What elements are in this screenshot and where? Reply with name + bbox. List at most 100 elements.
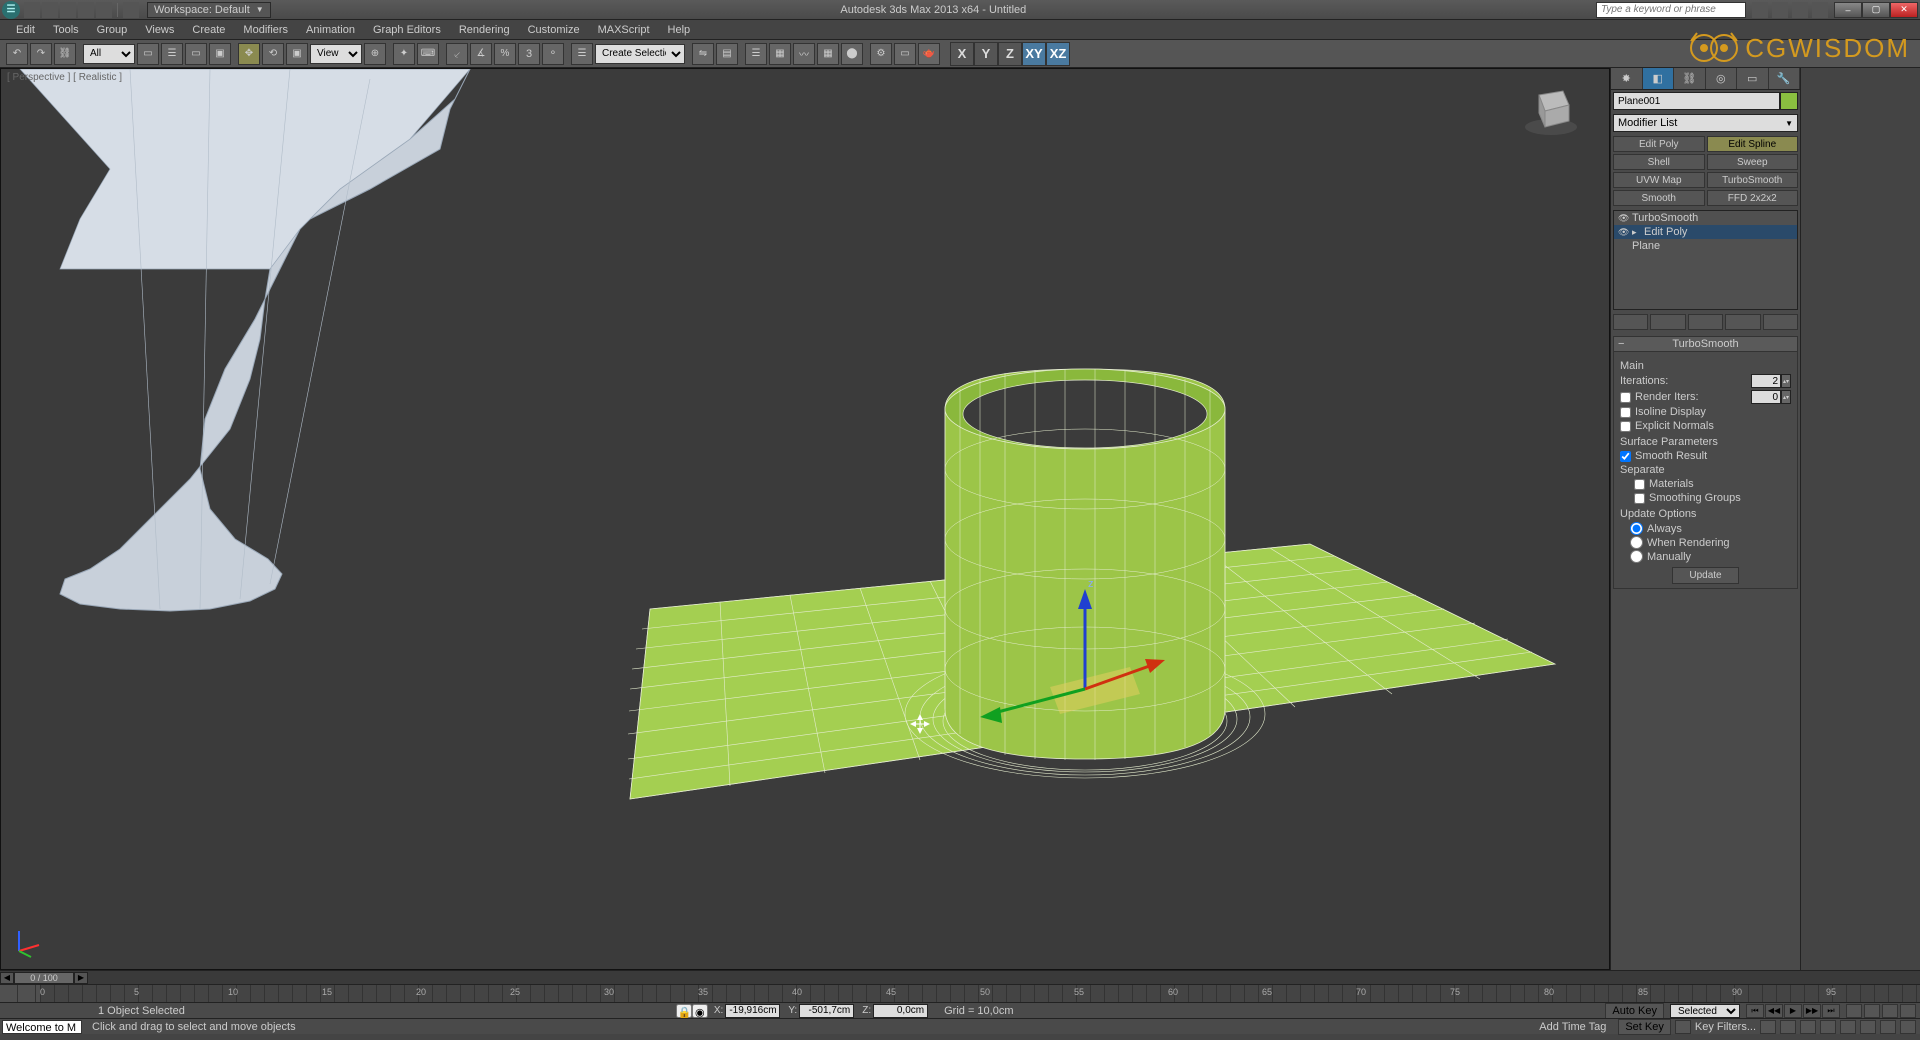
- snap-3-icon[interactable]: 3: [518, 43, 540, 65]
- mod-btn-turbosmooth[interactable]: TurboSmooth: [1707, 172, 1799, 188]
- prev-frame-icon[interactable]: ◀◀: [1765, 1004, 1783, 1018]
- undo-icon[interactable]: ↶: [6, 43, 28, 65]
- key-filters-button[interactable]: Key Filters...: [1695, 1021, 1756, 1033]
- pin-stack-icon[interactable]: [1613, 314, 1648, 330]
- maximize-button[interactable]: ▢: [1862, 2, 1890, 18]
- mod-btn-sweep[interactable]: Sweep: [1707, 154, 1799, 170]
- isolate-icon[interactable]: ◉: [692, 1004, 708, 1018]
- menu-edit[interactable]: Edit: [8, 22, 43, 38]
- snap-2d-icon[interactable]: ⸔: [446, 43, 468, 65]
- configure-sets-icon[interactable]: [1763, 314, 1798, 330]
- play-icon[interactable]: ▶: [1784, 1004, 1802, 1018]
- coord-x-input[interactable]: [725, 1004, 780, 1018]
- maxscript-listener[interactable]: Welcome to M: [2, 1020, 82, 1034]
- qat-redo-icon[interactable]: [96, 2, 112, 18]
- update-always-radio[interactable]: [1630, 522, 1643, 535]
- axis-constraint-xy[interactable]: XY: [1022, 42, 1046, 66]
- materials-check[interactable]: [1634, 479, 1645, 490]
- mirror-icon[interactable]: ⇋: [692, 43, 714, 65]
- update-button[interactable]: Update: [1672, 567, 1738, 584]
- axis-constraint-xz[interactable]: XZ: [1046, 42, 1070, 66]
- time-config-icon[interactable]: [1760, 1020, 1776, 1034]
- snap-angle-icon[interactable]: ∡: [470, 43, 492, 65]
- align-icon[interactable]: ▤: [716, 43, 738, 65]
- spinner-arrows-icon[interactable]: ▴▾: [1781, 390, 1791, 404]
- render-setup-icon[interactable]: ⚙: [870, 43, 892, 65]
- track-filter-icon[interactable]: [18, 985, 36, 1002]
- ref-coord-dropdown[interactable]: View: [310, 44, 362, 64]
- time-slider-track[interactable]: [88, 972, 1920, 984]
- select-manipulate-icon[interactable]: ✦: [393, 43, 415, 65]
- mod-btn-editpoly[interactable]: Edit Poly: [1613, 136, 1705, 152]
- update-render-radio[interactable]: [1630, 536, 1643, 549]
- select-scale-icon[interactable]: ▣: [286, 43, 308, 65]
- eye-icon[interactable]: 👁: [1618, 213, 1628, 224]
- axis-constraint-y[interactable]: Y: [974, 42, 998, 66]
- coord-y-input[interactable]: [799, 1004, 854, 1018]
- eye-icon[interactable]: 👁: [1618, 227, 1628, 238]
- tab-display-icon[interactable]: ▭: [1737, 68, 1769, 89]
- help-icon[interactable]: [1812, 2, 1828, 18]
- nav-maximize-icon[interactable]: [1900, 1020, 1916, 1034]
- tab-motion-icon[interactable]: ◎: [1706, 68, 1738, 89]
- smooth-result-check[interactable]: [1620, 451, 1631, 462]
- workspace-selector[interactable]: Workspace: Default ▼: [147, 2, 271, 18]
- key-icon[interactable]: [1675, 1020, 1691, 1034]
- mini-curve-editor-icon[interactable]: [0, 985, 18, 1002]
- mod-btn-shell[interactable]: Shell: [1613, 154, 1705, 170]
- curve-editor-icon[interactable]: 〰: [793, 43, 815, 65]
- qat-open-icon[interactable]: [42, 2, 58, 18]
- explicit-normals-check[interactable]: [1620, 421, 1631, 432]
- menu-views[interactable]: Views: [137, 22, 182, 38]
- nav-zoom-ext-icon[interactable]: [1840, 1020, 1856, 1034]
- viewport-nav2-icon[interactable]: [1864, 1004, 1880, 1018]
- spinner-arrows-icon[interactable]: ▴▾: [1781, 374, 1791, 388]
- viewport-nav4-icon[interactable]: [1900, 1004, 1916, 1018]
- infocenter-icon[interactable]: [1752, 2, 1768, 18]
- rendered-frame-icon[interactable]: ▭: [894, 43, 916, 65]
- mod-btn-smooth[interactable]: Smooth: [1613, 190, 1705, 206]
- add-time-tag[interactable]: Add Time Tag: [1531, 1021, 1614, 1033]
- next-frame-icon[interactable]: ▶▶: [1803, 1004, 1821, 1018]
- named-selection-dropdown[interactable]: Create Selection Se: [595, 44, 685, 64]
- help-search-input[interactable]: [1596, 2, 1746, 18]
- close-button[interactable]: ✕: [1890, 2, 1918, 18]
- time-slider-next-icon[interactable]: ▶: [74, 972, 88, 984]
- make-unique-icon[interactable]: [1688, 314, 1723, 330]
- select-region-rect-icon[interactable]: ▭: [185, 43, 207, 65]
- redo-icon[interactable]: ↷: [30, 43, 52, 65]
- iterations-input[interactable]: [1751, 374, 1781, 388]
- rollout-header-turbosmooth[interactable]: − TurboSmooth: [1613, 336, 1798, 352]
- track-bar[interactable]: 0510152025303540455055606570758085909510…: [0, 984, 1920, 1002]
- select-name-icon[interactable]: ☰: [161, 43, 183, 65]
- mod-btn-ffd[interactable]: FFD 2x2x2: [1707, 190, 1799, 206]
- remove-modifier-icon[interactable]: [1725, 314, 1760, 330]
- schematic-icon[interactable]: ▦: [817, 43, 839, 65]
- minimize-button[interactable]: –: [1834, 2, 1862, 18]
- nav-pan-icon[interactable]: [1860, 1020, 1876, 1034]
- select-object-icon[interactable]: ▭: [137, 43, 159, 65]
- key-filter-dropdown[interactable]: Selected: [1670, 1004, 1740, 1018]
- object-color-swatch[interactable]: [1780, 92, 1798, 110]
- menu-maxscript[interactable]: MAXScript: [590, 22, 658, 38]
- object-name-field[interactable]: [1613, 92, 1780, 110]
- viewport-label[interactable]: [ Perspective ] [ Realistic ]: [7, 72, 122, 83]
- nav-orbit-icon[interactable]: [1880, 1020, 1896, 1034]
- menu-rendering[interactable]: Rendering: [451, 22, 518, 38]
- axis-constraint-x[interactable]: X: [950, 42, 974, 66]
- selection-filter-dropdown[interactable]: All: [83, 44, 135, 64]
- menu-create[interactable]: Create: [184, 22, 233, 38]
- exchange-icon[interactable]: [1792, 2, 1808, 18]
- menu-group[interactable]: Group: [89, 22, 136, 38]
- lock-selection-icon[interactable]: 🔒: [676, 1004, 692, 1018]
- graphite-icon[interactable]: ▦: [769, 43, 791, 65]
- goto-end-icon[interactable]: ⏭: [1822, 1004, 1840, 1018]
- tab-utilities-icon[interactable]: 🔧: [1769, 68, 1801, 89]
- mod-btn-uvwmap[interactable]: UVW Map: [1613, 172, 1705, 188]
- select-move-icon[interactable]: ✥: [238, 43, 260, 65]
- time-slider-prev-icon[interactable]: ◀: [0, 972, 14, 984]
- stack-row-plane[interactable]: Plane: [1614, 239, 1797, 253]
- window-crossing-icon[interactable]: ▣: [209, 43, 231, 65]
- setkey-button[interactable]: Set Key: [1618, 1019, 1671, 1035]
- mod-btn-editspline[interactable]: Edit Spline: [1707, 136, 1799, 152]
